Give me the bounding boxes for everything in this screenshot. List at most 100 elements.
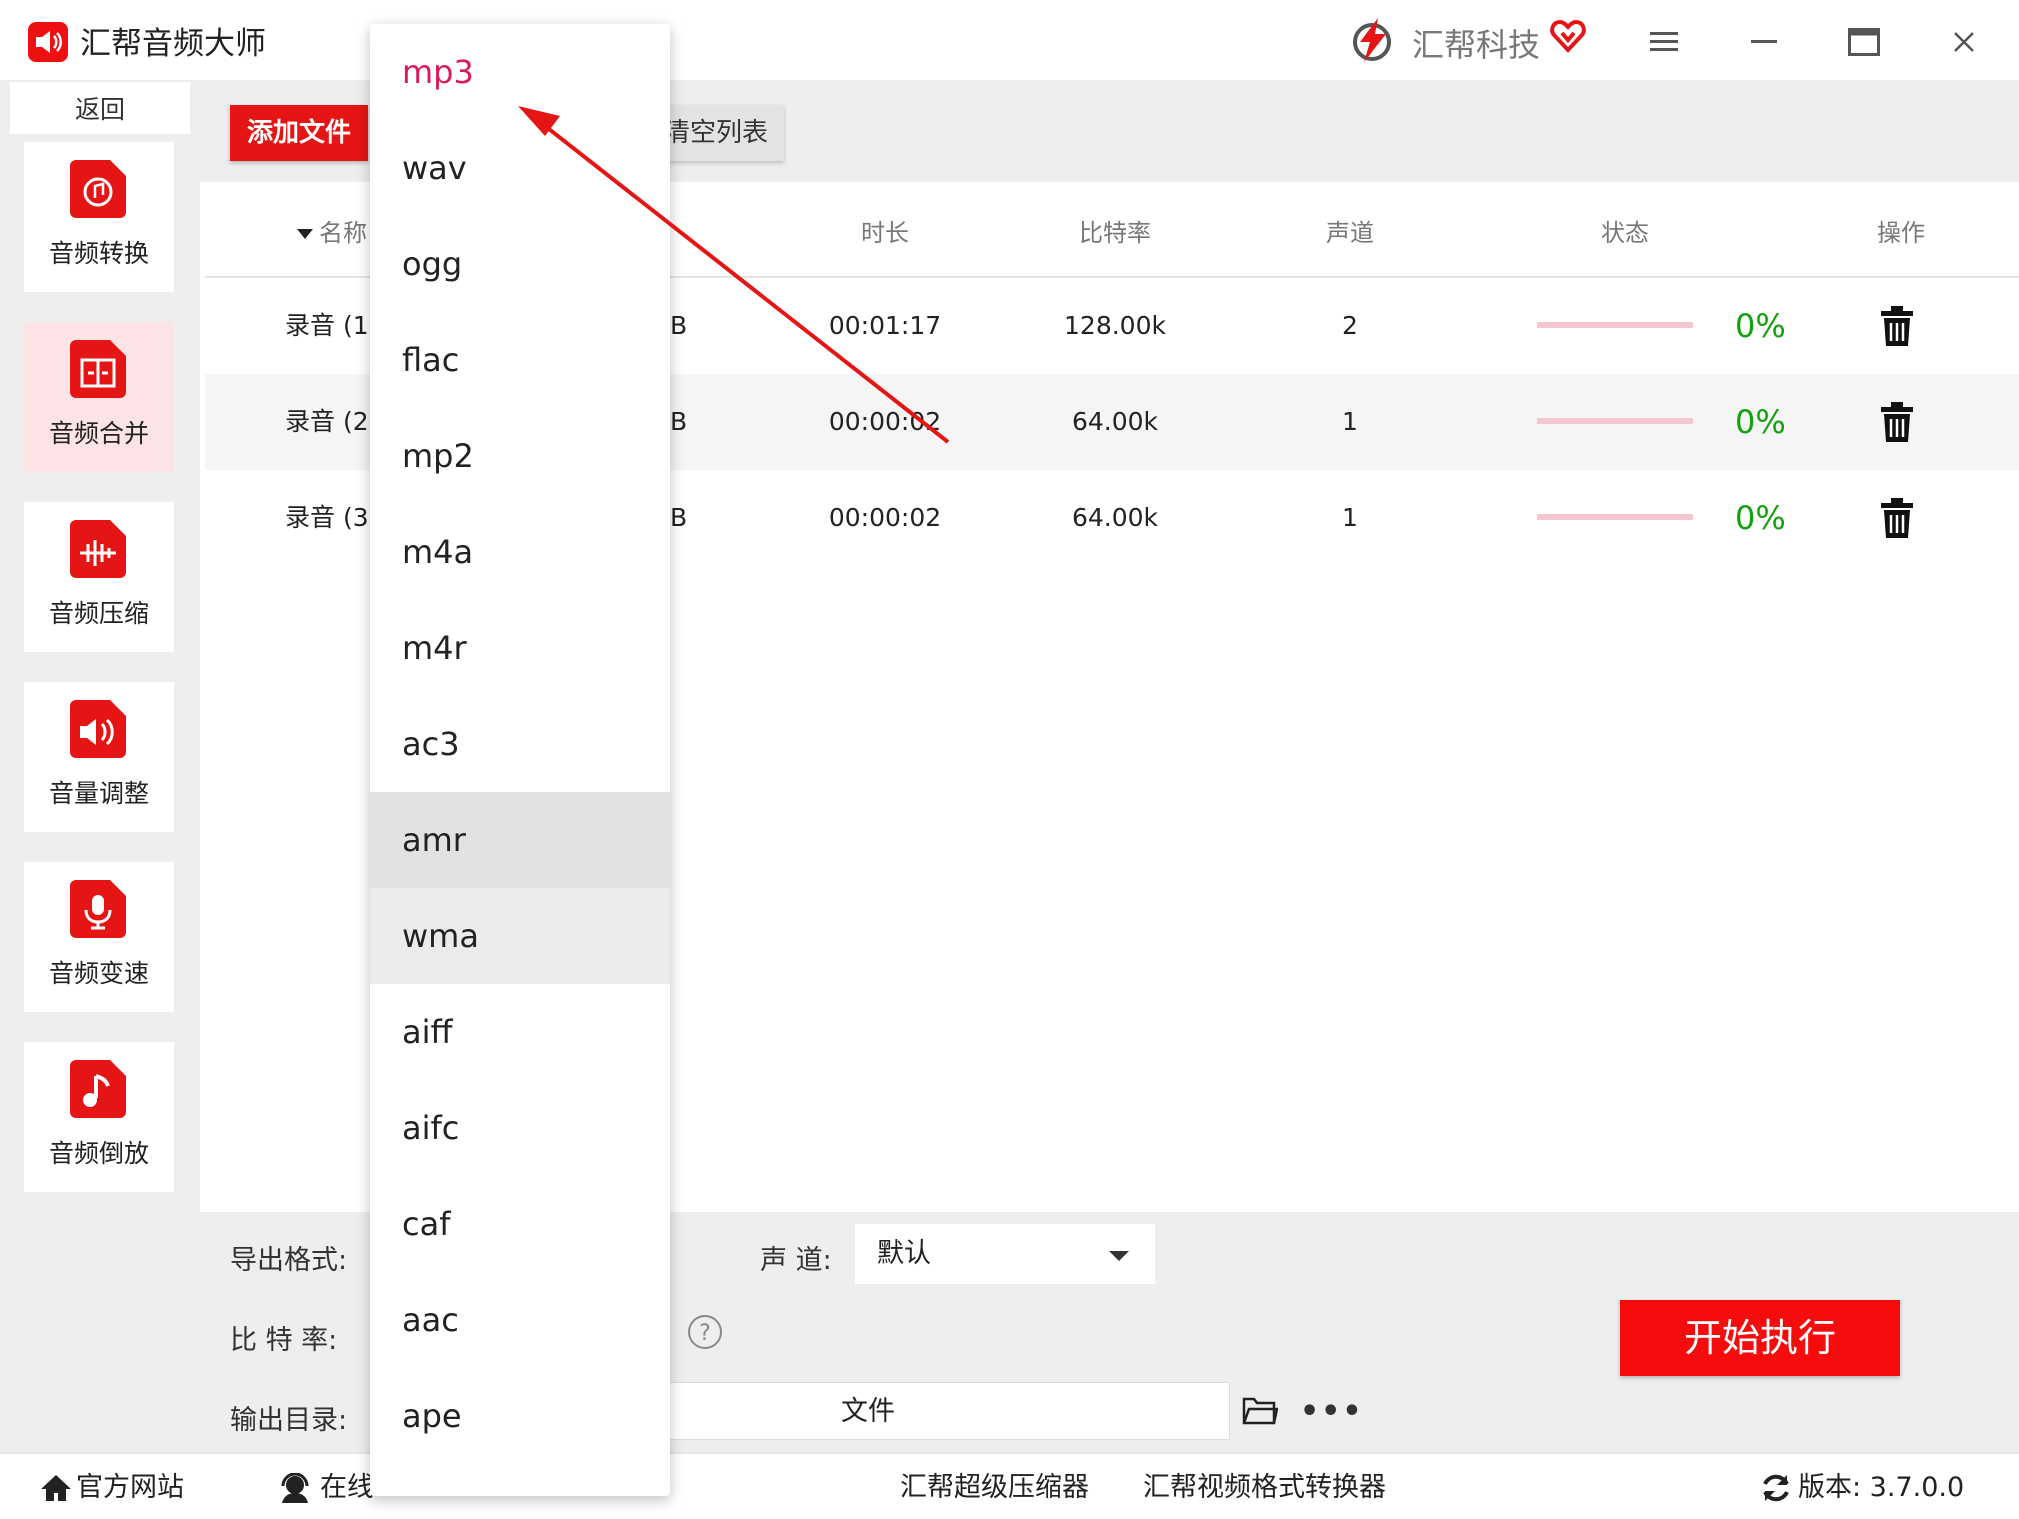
progress-percent: 0% bbox=[1735, 499, 1786, 537]
brand-logo-icon bbox=[1348, 16, 1396, 68]
svg-text:?: ? bbox=[699, 1321, 711, 1346]
close-icon[interactable] bbox=[1942, 20, 1986, 64]
start-button[interactable]: 开始执行 bbox=[1620, 1300, 1900, 1376]
official-website-label: 官方网站 bbox=[76, 1472, 184, 1503]
column-header-action: 操作 bbox=[1877, 219, 1925, 247]
format-option-aac[interactable]: aac bbox=[370, 1272, 670, 1368]
audio-convert-icon bbox=[70, 160, 126, 218]
sidebar-item-audio-compress[interactable]: 音频压缩 bbox=[24, 502, 174, 652]
file-size: B bbox=[670, 503, 688, 532]
video-converter-link[interactable]: 汇帮视频格式转换器 bbox=[1143, 1454, 1386, 1519]
footer: 官方网站 在线 汇帮超级压缩器 汇帮视频格式转换器 版本: 3.7.0.0 bbox=[0, 1452, 2019, 1519]
file-size: B bbox=[670, 407, 688, 436]
add-file-button[interactable]: 添加文件 bbox=[230, 105, 368, 161]
progress-percent: 0% bbox=[1735, 403, 1786, 441]
menu-icon[interactable] bbox=[1642, 20, 1686, 64]
delete-trash-icon[interactable] bbox=[1881, 306, 1913, 350]
sort-down-icon bbox=[297, 229, 313, 239]
audio-compress-icon bbox=[70, 520, 126, 578]
sidebar-item-label: 音频倒放 bbox=[48, 1139, 149, 1168]
audio-reverse-icon bbox=[70, 1060, 126, 1118]
file-size: B bbox=[670, 311, 688, 340]
sidebar-item-label: 音频转换 bbox=[48, 239, 149, 268]
audio-merge-icon bbox=[70, 340, 126, 398]
progress-bar bbox=[1537, 514, 1693, 520]
online-service-label: 在线 bbox=[320, 1472, 374, 1503]
sidebar-item-volume-adjust[interactable]: 音量调整 bbox=[24, 682, 174, 832]
column-header-name-label: 名称 bbox=[319, 219, 367, 247]
file-channels: 1 bbox=[1342, 407, 1358, 436]
brand-name: 汇帮科技 bbox=[1412, 26, 1541, 64]
sidebar-item-label: 音频变速 bbox=[48, 959, 149, 988]
format-option-mp2[interactable]: mp2 bbox=[370, 408, 670, 504]
folder-open-icon[interactable] bbox=[1242, 1395, 1279, 1429]
format-option-m4r[interactable]: m4r bbox=[370, 600, 670, 696]
official-website-link[interactable]: 官方网站 bbox=[40, 1454, 184, 1519]
format-option-amr[interactable]: amr bbox=[370, 792, 670, 888]
sidebar-item-audio-reverse[interactable]: 音频倒放 bbox=[24, 1042, 174, 1192]
sidebar-item-label: 音量调整 bbox=[48, 779, 149, 808]
file-duration: 00:00:02 bbox=[828, 407, 942, 436]
sidebar-item-audio-speed[interactable]: 音频变速 bbox=[24, 862, 174, 1012]
progress-bar bbox=[1537, 418, 1693, 424]
progress-percent: 0% bbox=[1735, 307, 1786, 345]
column-header-duration: 时长 bbox=[861, 219, 909, 247]
file-duration: 00:01:17 bbox=[828, 311, 942, 340]
app-title: 汇帮音频大师 bbox=[80, 26, 266, 62]
column-header-channels: 声道 bbox=[1326, 219, 1374, 247]
output-dir-label: 输出目录: bbox=[230, 1405, 348, 1436]
title-bar: 汇帮音频大师 汇帮科技 bbox=[0, 0, 2019, 82]
file-bitrate: 128.00k bbox=[1064, 311, 1166, 340]
format-option-caf[interactable]: caf bbox=[370, 1176, 670, 1272]
app-logo-icon bbox=[28, 22, 68, 62]
progress-bar bbox=[1537, 322, 1693, 328]
output-dir-input[interactable]: 文件 bbox=[630, 1382, 1230, 1440]
export-format-label: 导出格式: bbox=[230, 1245, 348, 1276]
back-button[interactable]: 返回 bbox=[10, 82, 190, 134]
format-option-ogg[interactable]: ogg bbox=[370, 216, 670, 312]
minimize-icon[interactable] bbox=[1742, 20, 1786, 64]
version-label: 版本: 3.7.0.0 bbox=[1798, 1472, 1965, 1503]
format-option-m4a[interactable]: m4a bbox=[370, 504, 670, 600]
version-info[interactable]: 版本: 3.7.0.0 bbox=[1760, 1454, 1964, 1519]
sidebar-item-audio-merge[interactable]: 音频合并 bbox=[24, 322, 174, 472]
refresh-icon bbox=[1763, 1474, 1789, 1501]
audio-speed-icon bbox=[70, 880, 126, 938]
help-icon[interactable]: ? bbox=[687, 1314, 723, 1354]
delete-trash-icon[interactable] bbox=[1881, 498, 1913, 542]
channel-label: 声 道: bbox=[760, 1245, 832, 1276]
delete-trash-icon[interactable] bbox=[1881, 402, 1913, 446]
format-dropdown-list[interactable]: mp3 wav ogg flac mp2 m4a m4r ac3 amr wma… bbox=[370, 24, 670, 1496]
more-options-icon[interactable]: ••• bbox=[1300, 1394, 1364, 1429]
format-option-mp3[interactable]: mp3 bbox=[370, 24, 670, 120]
sidebar-item-audio-convert[interactable]: 音频转换 bbox=[24, 142, 174, 292]
format-option-wma[interactable]: wma bbox=[370, 888, 670, 984]
bitrate-label: 比 特 率: bbox=[230, 1325, 338, 1356]
channel-select[interactable]: 默认 bbox=[855, 1224, 1155, 1284]
file-duration: 00:00:02 bbox=[828, 503, 942, 532]
chevron-down-icon bbox=[1109, 1251, 1129, 1261]
sidebar-item-label: 音频压缩 bbox=[48, 599, 149, 628]
file-channels: 1 bbox=[1342, 503, 1358, 532]
format-option-flac[interactable]: flac bbox=[370, 312, 670, 408]
headset-icon bbox=[281, 1472, 309, 1503]
home-icon bbox=[41, 1474, 71, 1501]
file-bitrate: 64.00k bbox=[1071, 503, 1159, 532]
heart-icon[interactable] bbox=[1550, 18, 1586, 58]
format-option-ape[interactable]: ape bbox=[370, 1368, 670, 1464]
volume-adjust-icon bbox=[70, 700, 126, 758]
format-option-ac3[interactable]: ac3 bbox=[370, 696, 670, 792]
channel-select-value: 默认 bbox=[877, 1238, 931, 1269]
maximize-icon[interactable] bbox=[1842, 20, 1886, 64]
format-option-aiff[interactable]: aiff bbox=[370, 984, 670, 1080]
column-header-status: 状态 bbox=[1601, 219, 1649, 247]
format-option-aifc[interactable]: aifc bbox=[370, 1080, 670, 1176]
sidebar-item-label: 音频合并 bbox=[48, 419, 149, 448]
online-service-link[interactable]: 在线 bbox=[278, 1454, 374, 1519]
file-channels: 2 bbox=[1342, 311, 1358, 340]
file-bitrate: 64.00k bbox=[1071, 407, 1159, 436]
compressor-link[interactable]: 汇帮超级压缩器 bbox=[900, 1454, 1089, 1519]
column-header-bitrate: 比特率 bbox=[1079, 219, 1151, 247]
sidebar: 返回 音频转换 音频合并 音频压缩 音量调整 音频变速 音频倒放 bbox=[0, 82, 200, 1452]
format-option-wav[interactable]: wav bbox=[370, 120, 670, 216]
